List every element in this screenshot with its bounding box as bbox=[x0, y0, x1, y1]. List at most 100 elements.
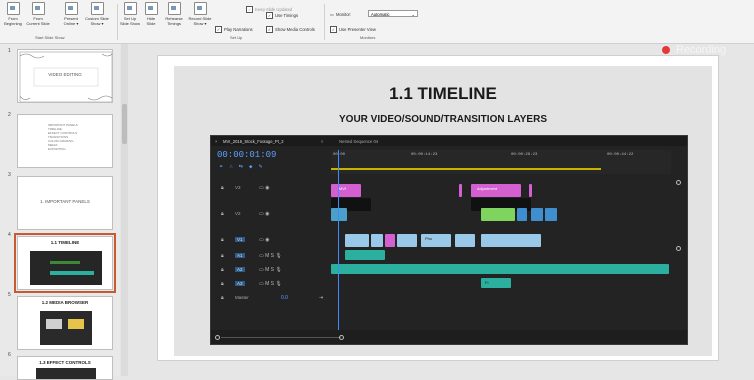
vertical-scroll-handle[interactable] bbox=[676, 180, 681, 185]
playhead[interactable] bbox=[338, 150, 339, 330]
lock-icon: 🔒︎ bbox=[221, 295, 224, 301]
track-output-icon: ▭ ◉ bbox=[259, 237, 270, 243]
slide-number: 6 bbox=[8, 352, 11, 358]
mute-solo-icons: ▭ M S 🎙︎ bbox=[259, 253, 282, 259]
slide-thumbnail-title: 1.3 EFFECT CONTROLS bbox=[39, 360, 91, 365]
track-header-v2: 🔒︎ V2 ▭ ◉ bbox=[221, 211, 270, 217]
present-online-icon bbox=[64, 2, 78, 15]
slide-thumbnail-5[interactable]: 1.2 MEDIA BROWSER bbox=[17, 296, 113, 350]
clip[interactable] bbox=[345, 250, 385, 260]
slide-number: 1 bbox=[8, 48, 11, 54]
divider bbox=[117, 4, 118, 40]
slide-thumbnail-4[interactable]: 1.1 TIMELINE bbox=[14, 233, 116, 293]
zoom-handle-right[interactable] bbox=[339, 335, 344, 340]
clip[interactable] bbox=[331, 208, 347, 221]
rehearse-timings-button[interactable]: Rehearse Timings bbox=[163, 2, 185, 26]
close-icon: × bbox=[215, 139, 218, 144]
present-online-button[interactable]: Present Online ▾ bbox=[60, 2, 82, 26]
clip[interactable] bbox=[531, 208, 543, 221]
slide-thumbnail-1[interactable]: VIDEO EDITING bbox=[17, 49, 113, 103]
mute-solo-icons: ▭ M S 🎙︎ bbox=[259, 281, 282, 287]
clip[interactable] bbox=[371, 234, 383, 247]
clip[interactable] bbox=[529, 184, 532, 197]
clip[interactable] bbox=[481, 208, 515, 221]
slide-thumbnail-title: 1.2 MEDIA BROWSER bbox=[41, 300, 89, 305]
effect-controls-preview-image bbox=[36, 368, 96, 379]
custom-show-icon bbox=[90, 2, 104, 15]
record-dot-icon bbox=[662, 46, 670, 54]
menu-icon: ≡ bbox=[321, 139, 324, 144]
record-slide-show-button[interactable]: Record Slide Show ▾ bbox=[187, 2, 213, 26]
timeline-screenshot: × MVI_2016_Stock_Footage_Pt_2 ≡ Nested S… bbox=[210, 135, 688, 345]
zoom-track bbox=[221, 337, 341, 338]
track-header-master: 🔒︎ Master 0.0 ⇥ bbox=[221, 295, 324, 301]
slide-thumbnail-6[interactable]: 1.3 EFFECT CONTROLS bbox=[17, 356, 113, 380]
clip[interactable]: Adjustment bbox=[471, 184, 521, 197]
mute-solo-icons: ▭ M S 🎙︎ bbox=[259, 267, 282, 273]
clip[interactable]: Fr bbox=[481, 278, 511, 288]
group-start-slide-show: Start Slide Show bbox=[35, 35, 65, 40]
clip[interactable]: Pho bbox=[421, 234, 451, 247]
slide-thumbnail-list: IMPORTANT PANELS TIMELINE EFFECT CONTROL… bbox=[48, 123, 78, 151]
clip[interactable] bbox=[545, 208, 557, 221]
ribbon: From Beginning From Current Slide Presen… bbox=[0, 0, 754, 44]
slideshow-icon bbox=[6, 2, 20, 15]
zoom-handle-left[interactable] bbox=[215, 335, 220, 340]
timeline-preview-image bbox=[30, 251, 102, 285]
track-header-v3: 🔒︎ V3 ▭ ◉ bbox=[221, 185, 270, 191]
show-media-controls-checkbox[interactable]: ✓ Show Media Controls bbox=[266, 26, 315, 33]
track-a3: Fr bbox=[331, 278, 671, 288]
clip[interactable] bbox=[455, 234, 475, 247]
slide-subtitle: YOUR VIDEO/SOUND/TRANSITION LAYERS bbox=[339, 114, 547, 125]
recording-button[interactable]: Recording bbox=[662, 44, 726, 56]
use-presenter-view-checkbox[interactable]: ✓ Use Presenter View bbox=[330, 26, 376, 33]
go-to-end-icon: ⇥ bbox=[319, 295, 324, 301]
track-output-icon: ▭ ◉ bbox=[259, 185, 270, 191]
scrollbar-thumb[interactable] bbox=[122, 104, 127, 144]
clip[interactable] bbox=[397, 234, 417, 247]
from-current-slide-button[interactable]: From Current Slide bbox=[26, 2, 50, 26]
timeline-tab-active: MVI_2016_Stock_Footage_Pt_2 bbox=[223, 139, 284, 144]
clip[interactable] bbox=[331, 264, 669, 274]
custom-slide-show-button[interactable]: Custom Slide Show ▾ bbox=[84, 2, 110, 26]
ruler-label: 00:00:29:23 bbox=[511, 153, 538, 157]
vertical-scroll-handle[interactable] bbox=[676, 246, 681, 251]
use-timings-checkbox[interactable]: ✓ Use Timings bbox=[266, 12, 298, 19]
timeline-zoom-bar[interactable] bbox=[211, 330, 687, 344]
clip[interactable]: MVI bbox=[331, 184, 361, 197]
slide-thumbnail-3[interactable]: 1. IMPORTANT PANELS bbox=[17, 176, 113, 230]
hide-slide-icon bbox=[144, 2, 158, 15]
track-v1: Pho bbox=[331, 234, 671, 247]
slide-number: 5 bbox=[8, 292, 11, 298]
track-output-icon: ▭ ◉ bbox=[259, 211, 270, 217]
slideshow-icon bbox=[31, 2, 45, 15]
lock-icon: 🔒︎ bbox=[221, 237, 224, 243]
slide-thumbnail-2[interactable]: IMPORTANT PANELS TIMELINE EFFECT CONTROL… bbox=[17, 114, 113, 168]
track-header-a2: 🔒︎ A2 ▭ M S 🎙︎ bbox=[221, 267, 282, 273]
track-header-v1: 🔒︎ V1 ▭ ◉ bbox=[221, 237, 270, 243]
clip[interactable] bbox=[385, 234, 395, 247]
thumbnails-scrollbar[interactable] bbox=[121, 44, 128, 376]
slide-number: 3 bbox=[8, 172, 11, 178]
from-beginning-button[interactable]: From Beginning bbox=[2, 2, 24, 26]
slide-thumbnails-pane: 1 VIDEO EDITING 2 IMPORTANT PANELS TIMEL… bbox=[0, 44, 120, 380]
ruler-label: 00:00 bbox=[333, 153, 346, 157]
monitor-icon: ▭ bbox=[330, 12, 334, 17]
monitor-label: ▭ Monitor: bbox=[330, 12, 352, 17]
lock-icon: 🔒︎ bbox=[221, 253, 224, 259]
clip[interactable] bbox=[517, 208, 527, 221]
clip[interactable] bbox=[481, 234, 541, 247]
play-narrations-checkbox[interactable]: ✓ Play Narrations bbox=[215, 26, 253, 33]
track-a1 bbox=[331, 250, 671, 260]
track-v3: MVI Adjustment bbox=[331, 184, 671, 197]
monitor-select[interactable]: Automatic ⌄ bbox=[368, 10, 418, 17]
record-icon bbox=[193, 2, 207, 15]
timer-icon bbox=[167, 2, 181, 15]
slide-title: 1.1 TIMELINE bbox=[389, 84, 497, 103]
clip[interactable] bbox=[345, 234, 369, 247]
timeline-tab-nested: Nested Sequence 04 bbox=[339, 139, 379, 144]
clip[interactable] bbox=[459, 184, 462, 197]
set-up-slide-show-button[interactable]: Set Up Slide Show bbox=[120, 2, 140, 26]
ruler-label: 00:00:14:23 bbox=[411, 153, 438, 157]
hide-slide-button[interactable]: Hide Slide bbox=[142, 2, 160, 26]
